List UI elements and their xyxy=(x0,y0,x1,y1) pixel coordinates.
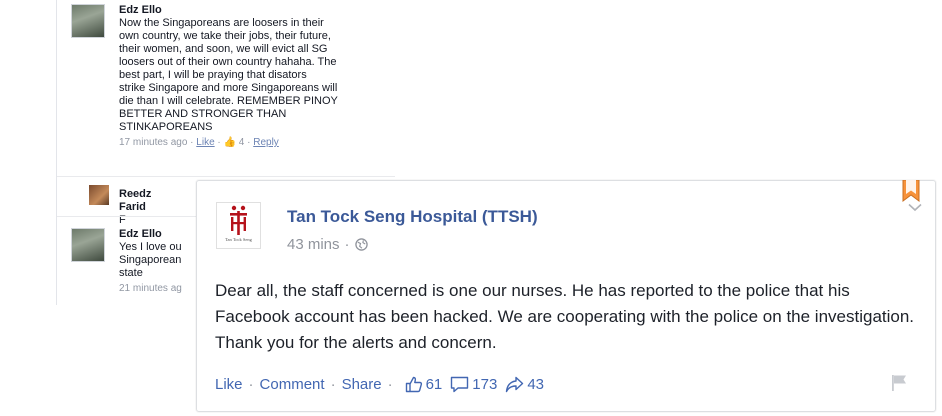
like-thumb-icon xyxy=(405,376,422,393)
separator-dot: · xyxy=(344,236,350,253)
separator-dot: · xyxy=(248,376,254,393)
separator-dot: · xyxy=(387,376,393,393)
comment-author[interactable]: Reedz Farid xyxy=(119,188,151,213)
comment-text: Now the Singaporeans are loosers in thei… xyxy=(119,17,338,133)
like-count[interactable]: 61 xyxy=(405,376,443,393)
share-button[interactable]: Share xyxy=(342,376,382,393)
post-action-bar: Like · Comment · Share · 61 173 43 xyxy=(215,376,544,393)
flag-icon[interactable] xyxy=(891,374,907,392)
comment-count[interactable]: 173 xyxy=(450,376,497,393)
comment-count-value: 173 xyxy=(472,376,498,393)
like-count-value: 61 xyxy=(425,376,443,393)
bookmark-icon[interactable] xyxy=(902,180,920,202)
like-button[interactable]: Like xyxy=(215,376,243,393)
page-name-link[interactable]: Tan Tock Seng Hospital (TTSH) xyxy=(287,207,538,227)
share-count-value: 43 xyxy=(527,376,544,393)
comment-like-count[interactable]: 4 xyxy=(239,137,245,148)
comment-time[interactable]: 17 minutes ago xyxy=(119,137,187,148)
page-logo[interactable]: Tan Tock Seng xyxy=(216,202,261,249)
separator-dot: · xyxy=(330,376,336,393)
avatar[interactable] xyxy=(71,4,105,38)
comment-reply-link[interactable]: Reply xyxy=(253,137,279,148)
comment-like-link[interactable]: Like xyxy=(196,137,214,148)
comment-author[interactable]: Edz Ello xyxy=(119,4,389,17)
chevron-down-icon[interactable] xyxy=(908,203,922,212)
like-thumb-icon: 👍 xyxy=(223,137,236,148)
avatar[interactable] xyxy=(89,185,109,205)
post-text: Dear all, the staff concerned is one our… xyxy=(215,281,915,352)
avatar[interactable] xyxy=(71,228,105,262)
comment-button[interactable]: Comment xyxy=(260,376,325,393)
comment-bubble-icon xyxy=(451,376,469,393)
logo-caption: Tan Tock Seng xyxy=(225,237,252,242)
globe-icon[interactable] xyxy=(354,238,368,251)
share-count[interactable]: 43 xyxy=(505,376,544,393)
divider xyxy=(57,176,395,177)
post-meta: 43 mins · xyxy=(287,236,368,253)
comment-meta: 17 minutes ago · Like · 👍 4 · Reply xyxy=(119,137,279,148)
post-timestamp[interactable]: 43 mins xyxy=(287,236,340,253)
post-card: Tan Tock Seng Tan Tock Seng Hospital (TT… xyxy=(196,180,936,412)
share-arrow-icon xyxy=(506,376,524,393)
